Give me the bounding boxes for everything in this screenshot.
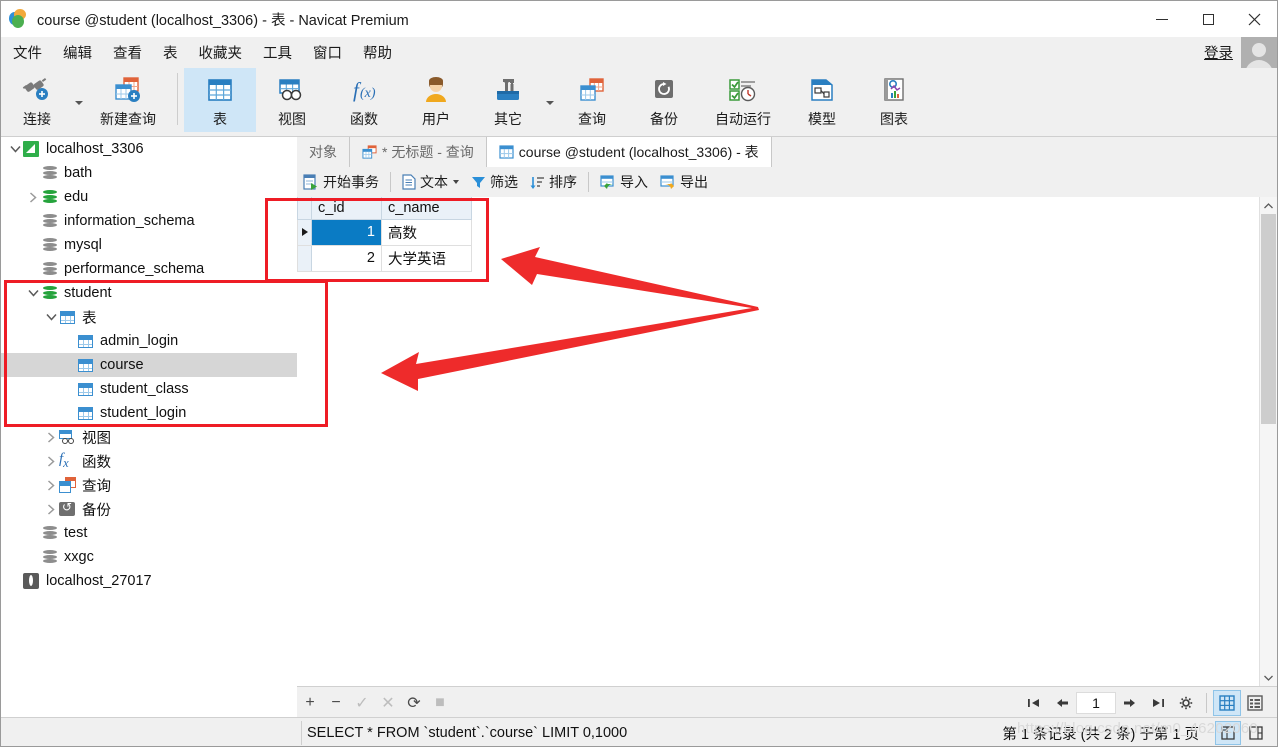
arrow-to-tree [381,307,759,391]
navicat-window: course @student (localhost_3306) - 表 - N… [0,0,1278,747]
arrow-to-grid [501,247,758,309]
annotation-arrows [381,247,759,391]
